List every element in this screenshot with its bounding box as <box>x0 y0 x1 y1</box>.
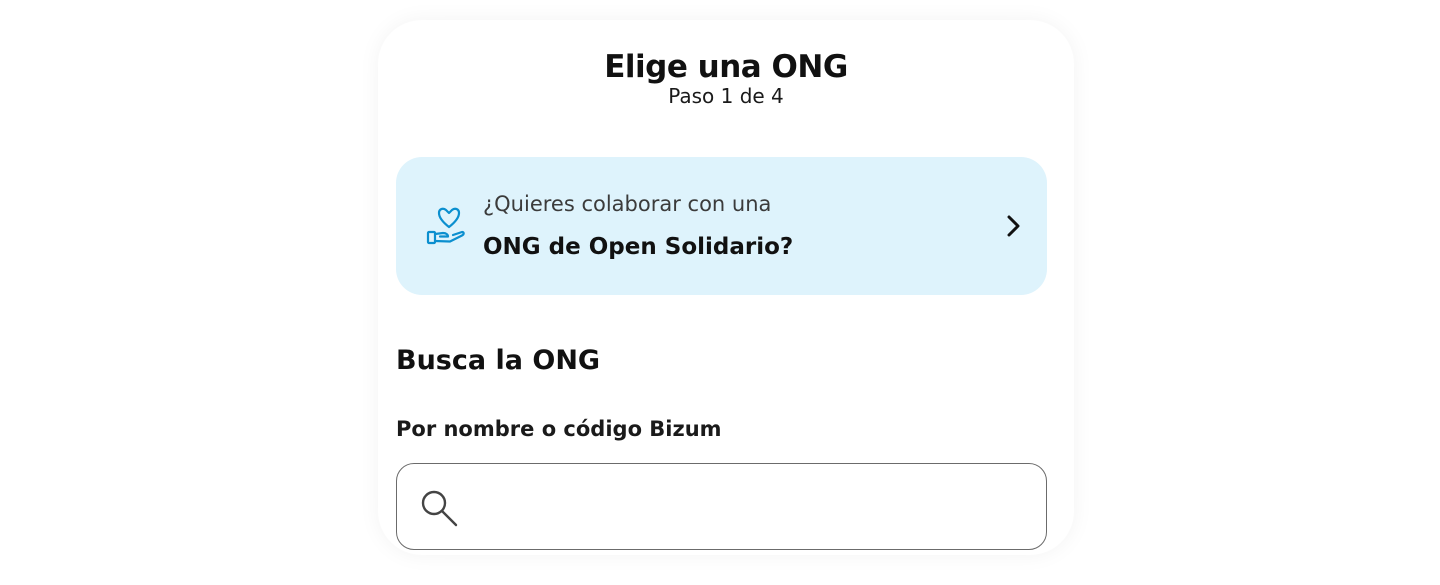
heart-hand-icon <box>426 205 466 249</box>
banner-question: ¿Quieres colaborar con una <box>483 192 772 216</box>
ngo-selection-card: Elige una ONG Paso 1 de 4 ¿Quieres colab… <box>378 20 1074 555</box>
search-field[interactable] <box>396 463 1047 550</box>
search-field-label: Por nombre o código Bizum <box>396 417 722 441</box>
chevron-right-icon <box>1001 213 1025 239</box>
search-icon <box>419 488 459 528</box>
step-indicator: Paso 1 de 4 <box>668 84 784 108</box>
banner-title: ONG de Open Solidario? <box>483 234 794 260</box>
open-solidario-banner[interactable]: ¿Quieres colaborar con una ONG de Open S… <box>396 157 1047 295</box>
search-section-title: Busca la ONG <box>396 345 601 376</box>
page-title: Elige una ONG <box>604 49 848 85</box>
search-input[interactable] <box>475 476 1025 536</box>
